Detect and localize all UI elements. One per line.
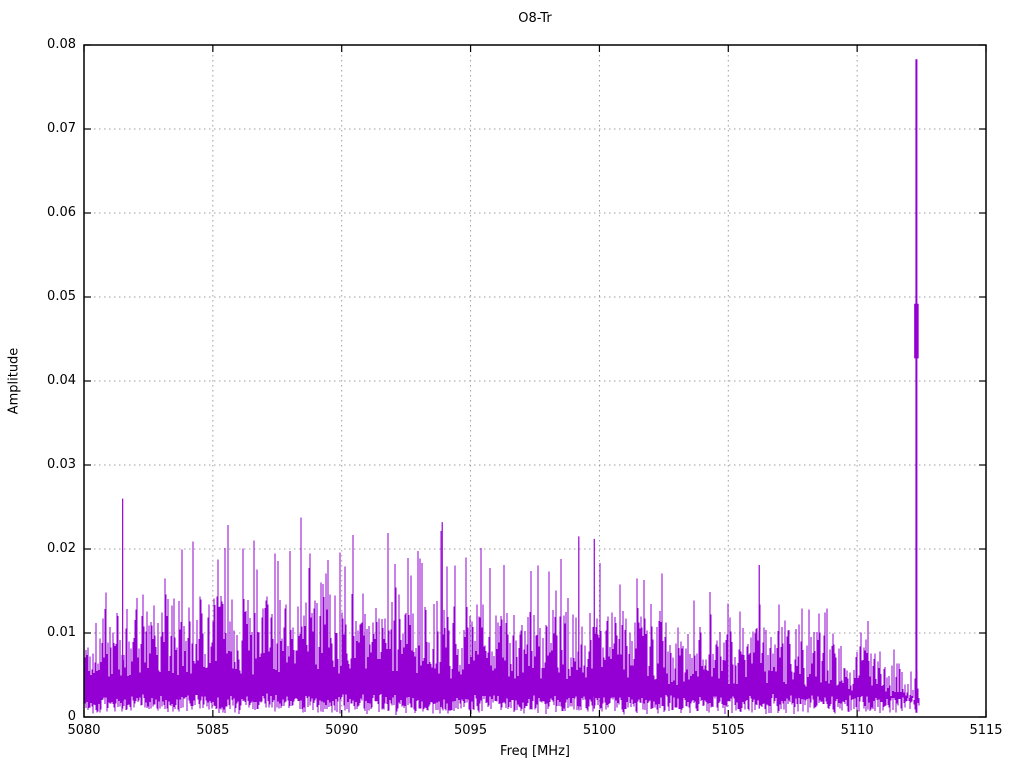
plot-area bbox=[83, 44, 987, 718]
y-tick-label: 0.07 bbox=[47, 121, 76, 136]
x-tick-label: 5115 bbox=[969, 723, 1003, 738]
y-tick-label: 0.02 bbox=[47, 541, 76, 556]
y-tick-label: 0 bbox=[67, 709, 76, 724]
y-tick-label: 0.04 bbox=[47, 373, 76, 388]
x-tick-label: 5105 bbox=[711, 723, 745, 738]
y-tick-label: 0.05 bbox=[47, 289, 76, 304]
x-axis-label: Freq [MHz] bbox=[500, 744, 570, 759]
y-tick-label: 0.08 bbox=[47, 37, 76, 52]
x-tick-label: 5095 bbox=[454, 723, 488, 738]
x-tick-label: 5100 bbox=[582, 723, 616, 738]
chart-title: O8-Tr bbox=[518, 11, 552, 26]
spectrum-noise-trace bbox=[83, 517, 920, 715]
y-tick-label: 0.06 bbox=[47, 205, 76, 220]
x-tick-label: 5080 bbox=[67, 723, 101, 738]
spectrum-chart: O8-Tr Freq [MHz] Amplitude 5080 5085 5090 5… bbox=[0, 0, 1024, 768]
x-tick-label: 5110 bbox=[840, 723, 874, 738]
y-tick-label: 0.03 bbox=[47, 457, 76, 472]
x-tick-label: 5085 bbox=[196, 723, 230, 738]
x-tick-label: 5090 bbox=[325, 723, 359, 738]
y-tick-label: 0.01 bbox=[47, 625, 76, 640]
